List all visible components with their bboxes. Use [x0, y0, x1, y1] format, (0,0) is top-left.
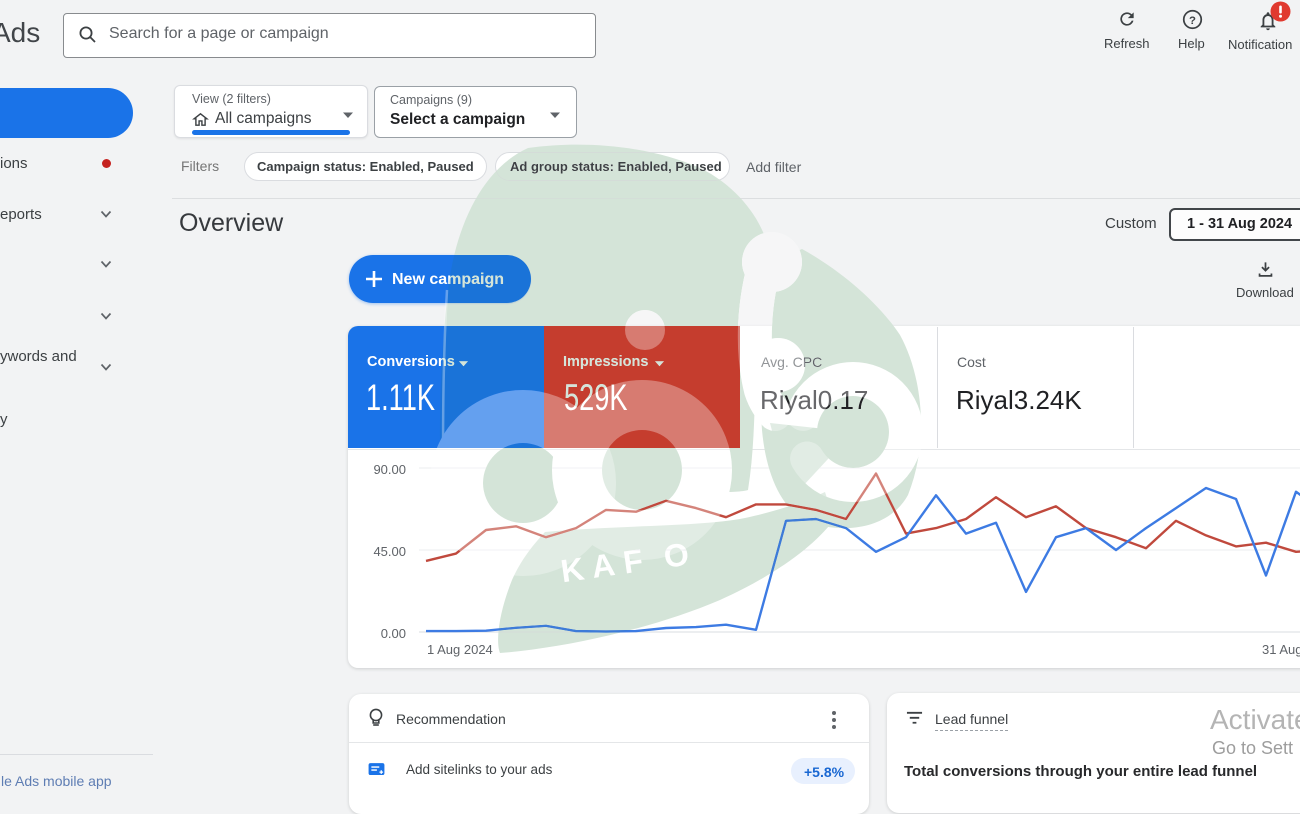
svg-text:?: ? — [1189, 15, 1196, 27]
